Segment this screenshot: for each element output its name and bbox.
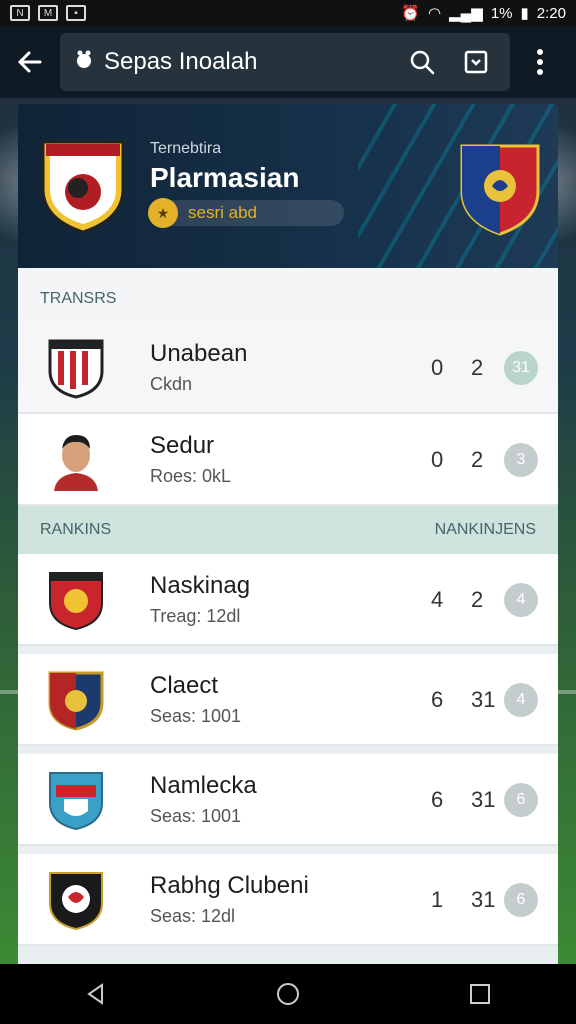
item-name: Namlecka	[150, 771, 257, 799]
item-stat-1: 6	[431, 687, 444, 712]
list-item[interactable]: Unabean Ckdn 0 2 31	[18, 322, 558, 414]
item-stat-2: 31	[471, 887, 496, 912]
item-subtitle: Seas: 1001	[150, 805, 242, 826]
notification-icon-1: N	[10, 5, 30, 21]
notification-icon-2: M	[38, 5, 58, 21]
status-right: ⏰ ◠ ▂▄▆ 1% ▮ 2:20	[401, 4, 566, 23]
list-item[interactable]: Naskinag Treag: 12dl 4 2 4	[18, 554, 558, 646]
search-bar[interactable]: Sepas Inoalah	[60, 33, 510, 91]
club-crest-icon	[49, 772, 103, 831]
item-stat-2: 31	[471, 687, 496, 712]
row-gap	[18, 846, 558, 854]
notification-icon-3: ▪	[66, 5, 86, 21]
league-header-card: Ternebtira Plarmasian ★ sesri abd	[18, 104, 558, 268]
list-item[interactable]: Claect Seas: 1001 6 31 4	[18, 654, 558, 746]
item-subtitle: Seas: 1001	[150, 705, 242, 726]
header-title: Plarmasian	[150, 162, 300, 193]
item-stat-1: 1	[431, 887, 444, 912]
item-name: Naskinag	[150, 571, 251, 599]
content-list: TRANSRS Unabean Ckdn 0 2 31 Sedur Roes: …	[18, 268, 558, 964]
circle-home-icon	[277, 983, 299, 1005]
system-nav-bar	[0, 964, 576, 1024]
nav-recents-button[interactable]	[450, 964, 510, 1024]
nav-back-button[interactable]	[66, 964, 126, 1024]
header-subtitle: Ternebtira	[150, 140, 222, 157]
item-stat-1: 0	[431, 355, 444, 380]
item-badge: 6	[504, 783, 538, 817]
club-crest-icon	[48, 671, 104, 731]
item-badge: 3	[504, 443, 538, 477]
row-gap	[18, 746, 558, 754]
bookmark-box-icon[interactable]	[456, 42, 496, 82]
item-badge: 4	[504, 683, 538, 717]
player-avatar	[46, 427, 106, 491]
triangle-back-icon	[87, 983, 103, 1005]
battery-level: 1%	[490, 4, 513, 22]
more-vertical-icon	[537, 49, 543, 75]
square-recents-icon	[470, 984, 490, 1004]
item-stat-1: 4	[431, 587, 444, 612]
alarm-icon: ⏰	[401, 5, 421, 22]
overflow-menu-button[interactable]	[510, 49, 570, 75]
trophy-icon: ★	[148, 198, 178, 228]
row-gap	[18, 646, 558, 654]
rankings-label: RANKINS	[40, 521, 112, 538]
back-button[interactable]	[0, 26, 60, 98]
signal-icon: ▂▄▆	[449, 5, 483, 22]
toolbar-title: Sepas Inoalah	[104, 48, 258, 75]
rankings-label-right: NANKINJENS	[434, 521, 536, 538]
toolbar: Sepas Inoalah	[0, 26, 576, 98]
item-badge: 6	[504, 883, 538, 917]
search-icon[interactable]	[402, 42, 442, 82]
back-arrow-icon	[17, 51, 42, 73]
league-crest-right-icon	[460, 144, 540, 236]
item-stat-2: 2	[471, 447, 484, 472]
battery-icon: ▮	[520, 5, 529, 22]
rankings-section-header: RANKINS NANKINJENS	[18, 506, 558, 554]
list-item[interactable]: Namlecka Seas: 1001 6 31 6	[18, 754, 558, 846]
item-stat-2: 31	[471, 787, 496, 812]
item-subtitle: Seas: 12dl	[150, 905, 236, 926]
club-crest-icon	[48, 339, 104, 399]
transfers-label: TRANSRS	[40, 290, 117, 307]
transfers-section-header: TRANSRS	[18, 268, 558, 322]
item-name: Sedur	[150, 431, 215, 459]
notification-icons: N M ▪	[10, 5, 86, 21]
item-subtitle: Treag: 12dl	[150, 605, 241, 626]
list-item[interactable]: Sedur Roes: 0kL 0 2 3	[18, 414, 558, 506]
list-item[interactable]: Rabhg Clubeni Seas: 12dl 1 31 6	[18, 854, 558, 946]
clock: 2:20	[536, 4, 566, 22]
app-logo-icon	[74, 49, 94, 75]
nav-home-button[interactable]	[258, 964, 318, 1024]
item-name: Rabhg Clubeni	[150, 871, 309, 899]
club-crest-icon	[49, 572, 103, 631]
status-bar: N M ▪ ⏰ ◠ ▂▄▆ 1% ▮ 2:20	[0, 0, 576, 26]
item-stat-2: 2	[471, 355, 484, 380]
item-subtitle: Ckdn	[150, 373, 193, 394]
item-badge: 31	[504, 351, 538, 385]
club-crest-icon	[49, 872, 103, 931]
item-stat-1: 0	[431, 447, 444, 472]
header-pill[interactable]: ★ sesri abd	[148, 198, 344, 228]
item-stat-1: 6	[431, 787, 444, 812]
league-crest-left-icon	[41, 140, 125, 234]
wifi-icon: ◠	[428, 5, 442, 22]
item-stat-2: 2	[471, 587, 484, 612]
item-badge: 4	[504, 583, 538, 617]
item-subtitle: Roes: 0kL	[150, 465, 232, 486]
item-name: Unabean	[150, 339, 248, 367]
header-pill-text: sesri abd	[188, 203, 257, 222]
item-name: Claect	[150, 671, 219, 699]
